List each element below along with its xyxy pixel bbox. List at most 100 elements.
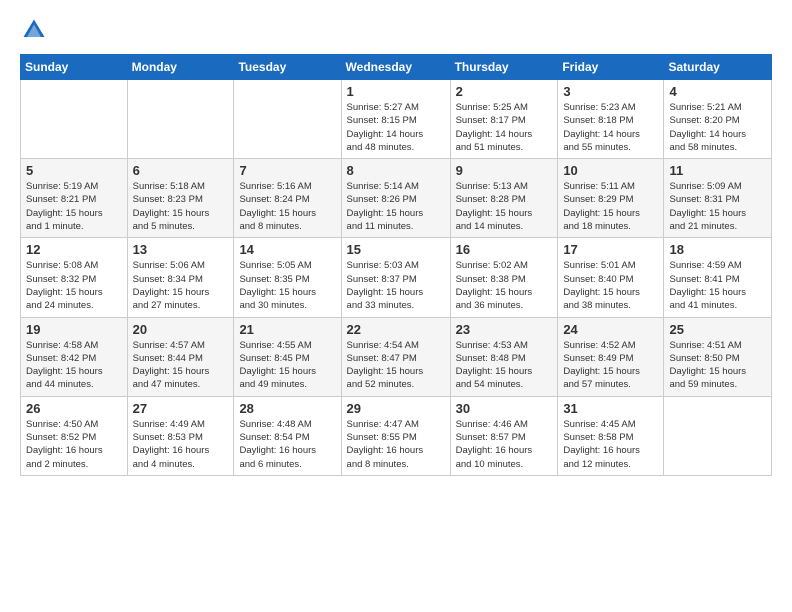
- calendar-week-row: 1 Sunrise: 5:27 AMSunset: 8:15 PMDaylight…: [21, 80, 772, 159]
- day-number: 5: [26, 163, 122, 178]
- day-info: Sunrise: 4:46 AMSunset: 8:57 PMDaylight:…: [456, 418, 553, 471]
- calendar-cell: 16 Sunrise: 5:02 AMSunset: 8:38 PMDayligh…: [450, 238, 558, 317]
- day-info: Sunrise: 5:11 AMSunset: 8:29 PMDaylight:…: [563, 180, 658, 233]
- day-number: 29: [347, 401, 445, 416]
- calendar-cell: 25Sunrise: 4:51 AMSunset: 8:50 PMDayligh…: [664, 317, 772, 396]
- day-info: Sunrise: 4:57 AMSunset: 8:44 PMDaylight:…: [133, 339, 229, 392]
- day-number: 21: [239, 322, 335, 337]
- day-of-week-header: Thursday: [450, 55, 558, 80]
- calendar-header-row: SundayMondayTuesdayWednesdayThursdayFrid…: [21, 55, 772, 80]
- day-info: Sunrise: 5:02 AMSunset: 8:38 PMDaylight:…: [456, 259, 553, 312]
- calendar-cell: [127, 80, 234, 159]
- day-number: 13: [133, 242, 229, 257]
- day-number: 6: [133, 163, 229, 178]
- day-info: Sunrise: 4:48 AMSunset: 8:54 PMDaylight:…: [239, 418, 335, 471]
- day-info: Sunrise: 4:55 AMSunset: 8:45 PMDaylight:…: [239, 339, 335, 392]
- day-number: 1: [347, 84, 445, 99]
- day-info: Sunrise: 5:06 AMSunset: 8:34 PMDaylight:…: [133, 259, 229, 312]
- calendar-cell: 2 Sunrise: 5:25 AMSunset: 8:17 PMDaylight…: [450, 80, 558, 159]
- calendar-cell: [234, 80, 341, 159]
- day-number: 25: [669, 322, 766, 337]
- day-number: 17: [563, 242, 658, 257]
- day-info: Sunrise: 5:09 AMSunset: 8:31 PMDaylight:…: [669, 180, 766, 233]
- calendar-cell: [21, 80, 128, 159]
- calendar-cell: 13 Sunrise: 5:06 AMSunset: 8:34 PMDayligh…: [127, 238, 234, 317]
- calendar-cell: 24 Sunrise: 4:52 AMSunset: 8:49 PMDayligh…: [558, 317, 664, 396]
- calendar-cell: 22 Sunrise: 4:54 AMSunset: 8:47 PMDayligh…: [341, 317, 450, 396]
- calendar-table: SundayMondayTuesdayWednesdayThursdayFrid…: [20, 54, 772, 476]
- calendar-cell: 17 Sunrise: 5:01 AMSunset: 8:40 PMDayligh…: [558, 238, 664, 317]
- day-info: Sunrise: 5:25 AMSunset: 8:17 PMDaylight:…: [456, 101, 553, 154]
- calendar-cell: [664, 396, 772, 475]
- day-of-week-header: Sunday: [21, 55, 128, 80]
- calendar-cell: 28 Sunrise: 4:48 AMSunset: 8:54 PMDayligh…: [234, 396, 341, 475]
- day-number: 26: [26, 401, 122, 416]
- day-of-week-header: Friday: [558, 55, 664, 80]
- day-info: Sunrise: 5:23 AMSunset: 8:18 PMDaylight:…: [563, 101, 658, 154]
- day-number: 22: [347, 322, 445, 337]
- day-number: 24: [563, 322, 658, 337]
- day-number: 14: [239, 242, 335, 257]
- calendar-week-row: 19 Sunrise: 4:58 AMSunset: 8:42 PMDayligh…: [21, 317, 772, 396]
- calendar-cell: 1 Sunrise: 5:27 AMSunset: 8:15 PMDaylight…: [341, 80, 450, 159]
- day-number: 30: [456, 401, 553, 416]
- day-number: 10: [563, 163, 658, 178]
- day-number: 11: [669, 163, 766, 178]
- calendar-cell: 4Sunrise: 5:21 AMSunset: 8:20 PMDaylight…: [664, 80, 772, 159]
- calendar-cell: 19 Sunrise: 4:58 AMSunset: 8:42 PMDayligh…: [21, 317, 128, 396]
- calendar-cell: 12 Sunrise: 5:08 AMSunset: 8:32 PMDayligh…: [21, 238, 128, 317]
- day-info: Sunrise: 5:19 AMSunset: 8:21 PMDaylight:…: [26, 180, 122, 233]
- header: [20, 16, 772, 44]
- day-number: 2: [456, 84, 553, 99]
- day-info: Sunrise: 4:52 AMSunset: 8:49 PMDaylight:…: [563, 339, 658, 392]
- day-number: 20: [133, 322, 229, 337]
- calendar-cell: 29 Sunrise: 4:47 AMSunset: 8:55 PMDayligh…: [341, 396, 450, 475]
- calendar-cell: 3Sunrise: 5:23 AMSunset: 8:18 PMDaylight…: [558, 80, 664, 159]
- day-info: Sunrise: 5:16 AMSunset: 8:24 PMDaylight:…: [239, 180, 335, 233]
- day-info: Sunrise: 4:50 AMSunset: 8:52 PMDaylight:…: [26, 418, 122, 471]
- day-number: 19: [26, 322, 122, 337]
- calendar-cell: 11 Sunrise: 5:09 AMSunset: 8:31 PMDayligh…: [664, 159, 772, 238]
- day-info: Sunrise: 5:13 AMSunset: 8:28 PMDaylight:…: [456, 180, 553, 233]
- day-number: 23: [456, 322, 553, 337]
- day-info: Sunrise: 5:18 AMSunset: 8:23 PMDaylight:…: [133, 180, 229, 233]
- calendar-cell: 27 Sunrise: 4:49 AMSunset: 8:53 PMDayligh…: [127, 396, 234, 475]
- calendar-week-row: 26 Sunrise: 4:50 AMSunset: 8:52 PMDayligh…: [21, 396, 772, 475]
- day-of-week-header: Tuesday: [234, 55, 341, 80]
- day-of-week-header: Wednesday: [341, 55, 450, 80]
- day-info: Sunrise: 5:08 AMSunset: 8:32 PMDaylight:…: [26, 259, 122, 312]
- day-number: 28: [239, 401, 335, 416]
- calendar-cell: 5 Sunrise: 5:19 AMSunset: 8:21 PMDaylight…: [21, 159, 128, 238]
- day-number: 8: [347, 163, 445, 178]
- day-number: 15: [347, 242, 445, 257]
- logo: [20, 16, 52, 44]
- calendar-cell: 8 Sunrise: 5:14 AMSunset: 8:26 PMDaylight…: [341, 159, 450, 238]
- day-of-week-header: Saturday: [664, 55, 772, 80]
- calendar-cell: 23Sunrise: 4:53 AMSunset: 8:48 PMDayligh…: [450, 317, 558, 396]
- day-number: 9: [456, 163, 553, 178]
- calendar-cell: 26 Sunrise: 4:50 AMSunset: 8:52 PMDayligh…: [21, 396, 128, 475]
- day-number: 27: [133, 401, 229, 416]
- day-info: Sunrise: 5:05 AMSunset: 8:35 PMDaylight:…: [239, 259, 335, 312]
- logo-icon: [20, 16, 48, 44]
- calendar-cell: 20 Sunrise: 4:57 AMSunset: 8:44 PMDayligh…: [127, 317, 234, 396]
- calendar-cell: 18Sunrise: 4:59 AMSunset: 8:41 PMDayligh…: [664, 238, 772, 317]
- calendar-cell: 6 Sunrise: 5:18 AMSunset: 8:23 PMDaylight…: [127, 159, 234, 238]
- day-info: Sunrise: 5:03 AMSunset: 8:37 PMDaylight:…: [347, 259, 445, 312]
- day-info: Sunrise: 5:14 AMSunset: 8:26 PMDaylight:…: [347, 180, 445, 233]
- calendar-week-row: 12 Sunrise: 5:08 AMSunset: 8:32 PMDayligh…: [21, 238, 772, 317]
- day-info: Sunrise: 4:58 AMSunset: 8:42 PMDaylight:…: [26, 339, 122, 392]
- day-info: Sunrise: 4:54 AMSunset: 8:47 PMDaylight:…: [347, 339, 445, 392]
- day-of-week-header: Monday: [127, 55, 234, 80]
- calendar-cell: 15 Sunrise: 5:03 AMSunset: 8:37 PMDayligh…: [341, 238, 450, 317]
- calendar-cell: 31Sunrise: 4:45 AMSunset: 8:58 PMDayligh…: [558, 396, 664, 475]
- day-info: Sunrise: 4:47 AMSunset: 8:55 PMDaylight:…: [347, 418, 445, 471]
- day-number: 16: [456, 242, 553, 257]
- day-info: Sunrise: 5:01 AMSunset: 8:40 PMDaylight:…: [563, 259, 658, 312]
- calendar-cell: 30 Sunrise: 4:46 AMSunset: 8:57 PMDayligh…: [450, 396, 558, 475]
- day-number: 7: [239, 163, 335, 178]
- day-info: Sunrise: 4:49 AMSunset: 8:53 PMDaylight:…: [133, 418, 229, 471]
- day-info: Sunrise: 4:45 AMSunset: 8:58 PMDaylight:…: [563, 418, 658, 471]
- day-number: 12: [26, 242, 122, 257]
- day-info: Sunrise: 5:27 AMSunset: 8:15 PMDaylight:…: [347, 101, 445, 154]
